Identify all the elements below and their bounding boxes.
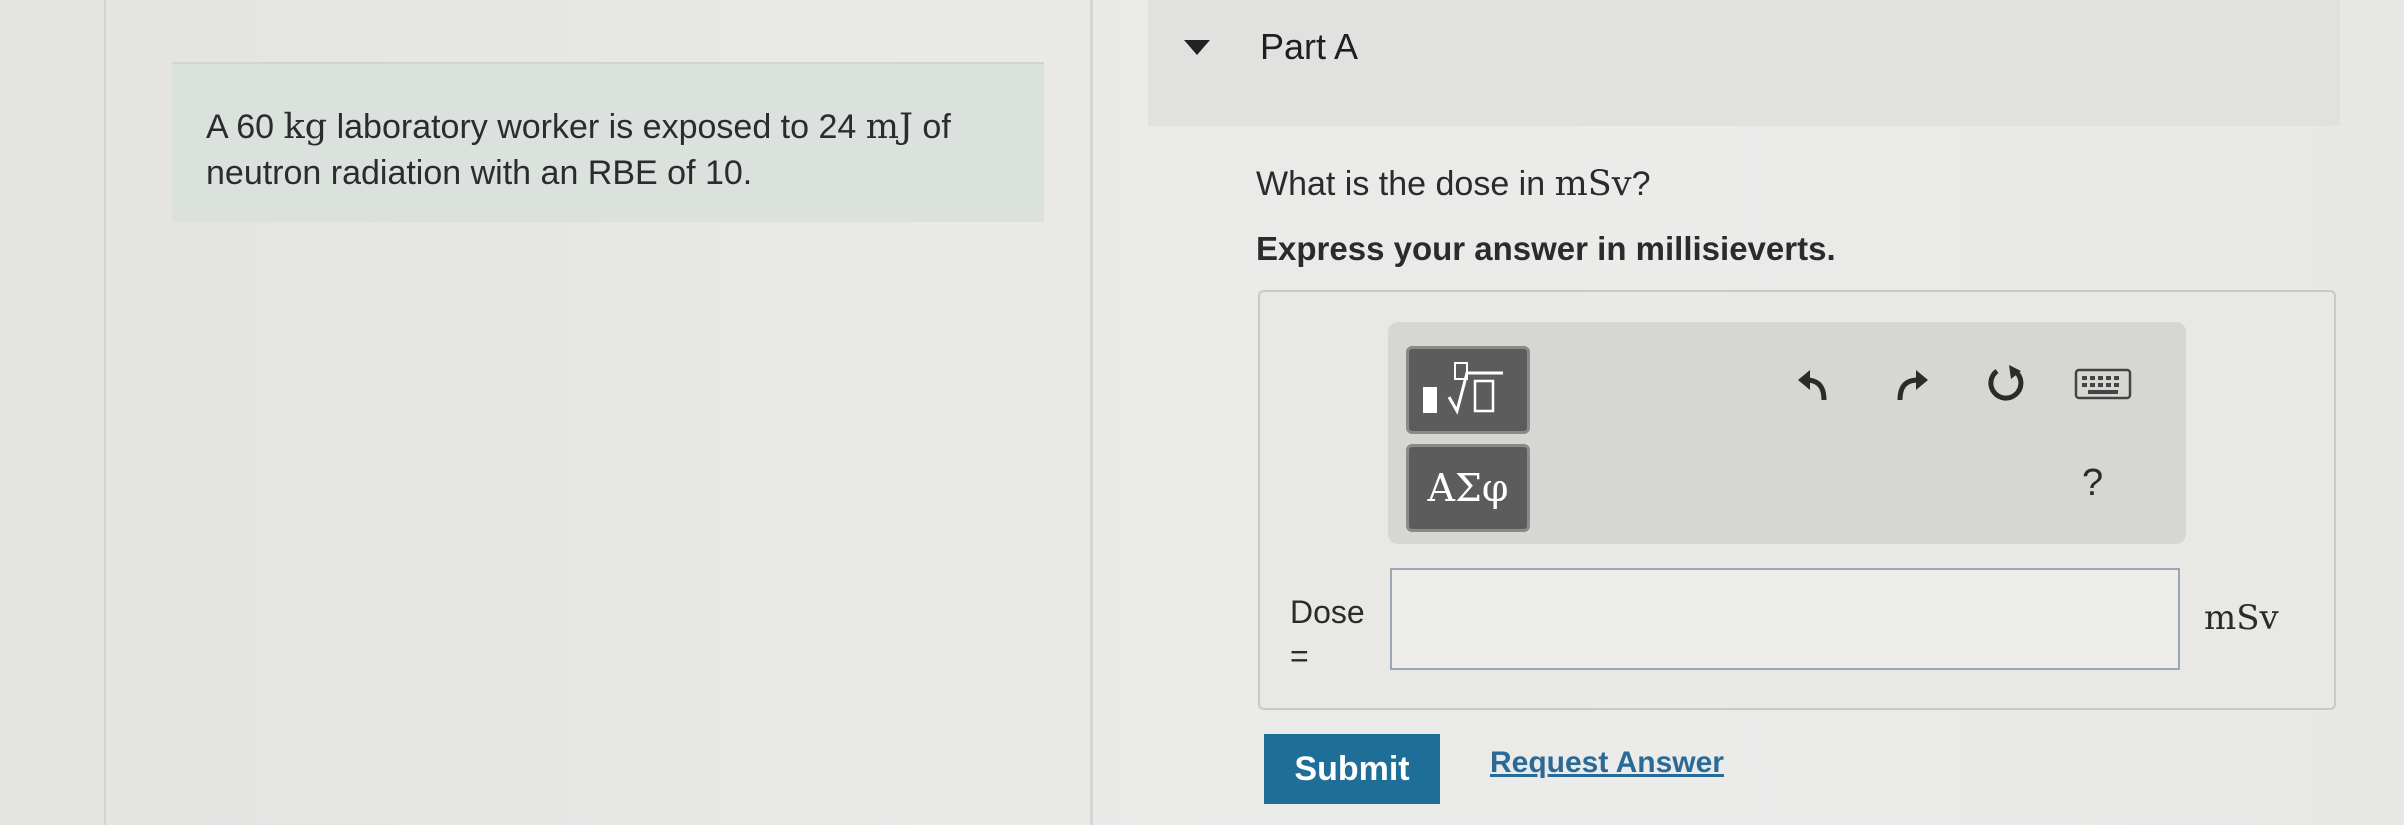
answer-unit: mSv [2204, 598, 2279, 638]
left-edge-line [104, 0, 106, 825]
question-end: ? [1631, 165, 1651, 203]
part-header[interactable]: Part A [1148, 0, 2340, 126]
dose-label-equals: = [1290, 638, 1309, 674]
part-title[interactable]: Part A [1260, 26, 1358, 68]
submit-button[interactable]: Submit [1264, 734, 1440, 804]
problem-text-1: A 60 [206, 108, 284, 146]
undo-button[interactable] [1788, 356, 1844, 412]
dose-answer-input[interactable] [1390, 568, 2180, 670]
redo-icon [1897, 370, 1928, 401]
problem-text-2: laboratory worker is exposed to 24 [327, 108, 866, 146]
greek-symbols-button[interactable]: ΑΣφ [1406, 444, 1530, 532]
mass-unit: kg [283, 107, 328, 147]
answer-box: ΑΣφ ? Dose = mSv [1258, 290, 2336, 710]
math-toolbar: ΑΣφ ? [1388, 322, 2186, 544]
reset-icon [1988, 365, 2024, 401]
question-text: What is the dose in mSv? [1256, 164, 1650, 204]
dose-label-text: Dose [1290, 594, 1365, 630]
redo-button[interactable] [1882, 356, 1938, 412]
question-prefix: What is the dose in [1256, 165, 1555, 203]
problem-statement: A 60 kg laboratory worker is exposed to … [172, 62, 1044, 222]
keyboard-icon [2074, 368, 2132, 400]
keyboard-button[interactable] [2072, 356, 2134, 412]
request-answer-link[interactable]: Request Answer [1490, 746, 1724, 780]
help-button[interactable]: ? [2082, 462, 2103, 505]
dose-label: Dose = [1290, 590, 1365, 678]
page: A 60 kg laboratory worker is exposed to … [0, 0, 2404, 825]
templates-button[interactable] [1406, 346, 1530, 434]
problem-text-3: of [912, 108, 951, 146]
templates-icon [1423, 362, 1503, 415]
energy-unit: mJ [865, 107, 913, 147]
question-unit: mSv [1554, 164, 1632, 204]
greek-symbols-label: ΑΣφ [1427, 466, 1509, 510]
reset-button[interactable] [1978, 356, 2034, 412]
collapse-triangle-icon[interactable] [1184, 40, 1210, 55]
column-divider [1090, 0, 1093, 825]
undo-icon [1798, 370, 1827, 401]
problem-line-2: neutron radiation with an RBE of 10. [206, 154, 753, 192]
answer-instruction: Express your answer in millisieverts. [1256, 230, 1836, 267]
problem-line-1: A 60 kg laboratory worker is exposed to … [206, 104, 1044, 150]
